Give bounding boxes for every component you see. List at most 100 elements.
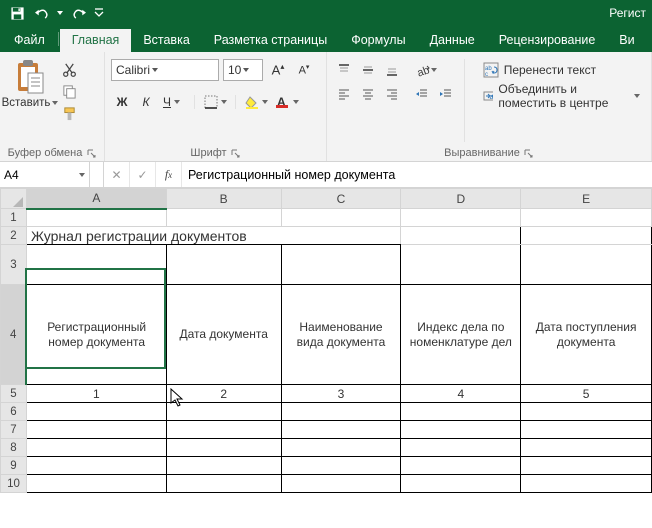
cell[interactable]: 4 bbox=[401, 385, 521, 403]
chevron-down-icon[interactable] bbox=[152, 68, 158, 72]
tab-formulas[interactable]: Формулы bbox=[339, 29, 417, 52]
decrease-indent-icon[interactable] bbox=[411, 83, 433, 105]
select-all-corner[interactable] bbox=[1, 189, 27, 209]
cell[interactable] bbox=[281, 403, 401, 421]
row-header[interactable]: 7 bbox=[1, 421, 27, 439]
underline-button[interactable]: Ч bbox=[159, 91, 189, 113]
cell[interactable] bbox=[26, 403, 166, 421]
italic-button[interactable]: К bbox=[135, 91, 157, 113]
table-header-cell[interactable]: Регистрационный номер документа bbox=[26, 285, 166, 385]
align-left-icon[interactable] bbox=[333, 83, 355, 105]
cell[interactable] bbox=[281, 457, 401, 475]
cell[interactable] bbox=[401, 421, 521, 439]
cell[interactable] bbox=[521, 439, 652, 457]
tab-data[interactable]: Данные bbox=[418, 29, 487, 52]
cell[interactable] bbox=[166, 209, 281, 227]
row-header[interactable]: 9 bbox=[1, 457, 27, 475]
name-box-input[interactable] bbox=[4, 168, 64, 182]
chevron-down-icon[interactable] bbox=[243, 68, 249, 72]
row-header[interactable]: 10 bbox=[1, 475, 27, 493]
cell[interactable] bbox=[26, 439, 166, 457]
row-header[interactable]: 3 bbox=[1, 245, 27, 285]
format-painter-icon[interactable] bbox=[58, 103, 80, 123]
col-header-E[interactable]: E bbox=[521, 189, 652, 209]
bold-button[interactable]: Ж bbox=[111, 91, 133, 113]
undo-dropdown-icon[interactable] bbox=[54, 2, 66, 24]
cell[interactable] bbox=[26, 475, 166, 493]
wrap-text-button[interactable]: abc Перенести текст bbox=[478, 59, 645, 81]
row-header[interactable]: 1 bbox=[1, 209, 27, 227]
cut-icon[interactable] bbox=[58, 59, 80, 79]
table-header-cell[interactable]: Дата поступления документа bbox=[521, 285, 652, 385]
table-header-cell[interactable]: Дата документа bbox=[166, 285, 281, 385]
cell[interactable] bbox=[166, 403, 281, 421]
align-right-icon[interactable] bbox=[381, 83, 403, 105]
align-bottom-icon[interactable] bbox=[381, 59, 403, 81]
cell[interactable] bbox=[401, 439, 521, 457]
formula-input[interactable] bbox=[182, 162, 652, 187]
clipboard-dialog-launcher-icon[interactable] bbox=[86, 148, 96, 158]
table-header-cell[interactable]: Наименование вида документа bbox=[281, 285, 401, 385]
cell[interactable] bbox=[166, 421, 281, 439]
tab-file[interactable]: Файл bbox=[2, 29, 57, 52]
alignment-dialog-launcher-icon[interactable] bbox=[524, 148, 534, 158]
align-top-icon[interactable] bbox=[333, 59, 355, 81]
cell[interactable] bbox=[26, 209, 166, 227]
row-header[interactable]: 5 bbox=[1, 385, 27, 403]
tab-page-layout[interactable]: Разметка страницы bbox=[202, 29, 339, 52]
insert-function-icon[interactable]: fx bbox=[156, 162, 182, 187]
cell[interactable] bbox=[26, 421, 166, 439]
increase-font-icon[interactable]: A▴ bbox=[267, 59, 289, 81]
cell[interactable] bbox=[281, 245, 401, 285]
row-header[interactable]: 4 bbox=[1, 285, 27, 385]
font-name-combo[interactable]: Calibri bbox=[111, 59, 219, 81]
cell[interactable]: 3 bbox=[281, 385, 401, 403]
paste-button[interactable]: Вставить bbox=[6, 55, 54, 109]
enter-formula-icon[interactable]: ✓ bbox=[130, 162, 156, 187]
cell[interactable] bbox=[401, 403, 521, 421]
cell[interactable] bbox=[521, 403, 652, 421]
table-header-cell[interactable]: Индекс дела по номенклатуре дел bbox=[401, 285, 521, 385]
borders-icon[interactable] bbox=[200, 91, 230, 113]
cell[interactable] bbox=[281, 439, 401, 457]
cell[interactable]: 1 bbox=[26, 385, 166, 403]
cell[interactable] bbox=[401, 245, 521, 285]
tab-review[interactable]: Рецензирование bbox=[487, 29, 608, 52]
increase-indent-icon[interactable] bbox=[435, 83, 457, 105]
col-header-D[interactable]: D bbox=[401, 189, 521, 209]
col-header-C[interactable]: C bbox=[281, 189, 401, 209]
merge-center-button[interactable]: a Объединить и поместить в центре bbox=[478, 85, 645, 107]
cell[interactable] bbox=[401, 209, 521, 227]
copy-icon[interactable] bbox=[58, 81, 80, 101]
align-center-icon[interactable] bbox=[357, 83, 379, 105]
row-header[interactable]: 8 bbox=[1, 439, 27, 457]
cell[interactable] bbox=[521, 457, 652, 475]
cell[interactable]: 5 bbox=[521, 385, 652, 403]
decrease-font-icon[interactable]: A▾ bbox=[293, 59, 315, 81]
cell[interactable] bbox=[401, 227, 521, 245]
cell[interactable] bbox=[521, 475, 652, 493]
cell[interactable] bbox=[521, 245, 652, 285]
customize-qat-icon[interactable] bbox=[92, 2, 106, 24]
cell[interactable] bbox=[401, 475, 521, 493]
col-header-A[interactable]: A bbox=[26, 189, 166, 209]
cell[interactable] bbox=[401, 457, 521, 475]
font-dialog-launcher-icon[interactable] bbox=[231, 148, 241, 158]
cell[interactable] bbox=[521, 227, 652, 245]
font-size-combo[interactable]: 10 bbox=[223, 59, 263, 81]
chevron-down-icon[interactable] bbox=[634, 94, 640, 98]
save-icon[interactable] bbox=[6, 2, 28, 24]
tab-insert[interactable]: Вставка bbox=[131, 29, 201, 52]
cell[interactable] bbox=[166, 457, 281, 475]
cell[interactable] bbox=[166, 439, 281, 457]
cell[interactable] bbox=[521, 209, 652, 227]
cell[interactable]: 2 bbox=[166, 385, 281, 403]
document-title-cell[interactable]: Журнал регистрации документов bbox=[26, 227, 400, 245]
cell[interactable] bbox=[281, 209, 401, 227]
cell[interactable] bbox=[166, 475, 281, 493]
worksheet[interactable]: A B C D E 1 2 Журнал регистрации докумен… bbox=[0, 188, 652, 493]
tab-view[interactable]: Ви bbox=[607, 29, 646, 52]
cell[interactable] bbox=[166, 245, 281, 285]
redo-icon[interactable] bbox=[68, 2, 90, 24]
cell[interactable] bbox=[26, 245, 166, 285]
